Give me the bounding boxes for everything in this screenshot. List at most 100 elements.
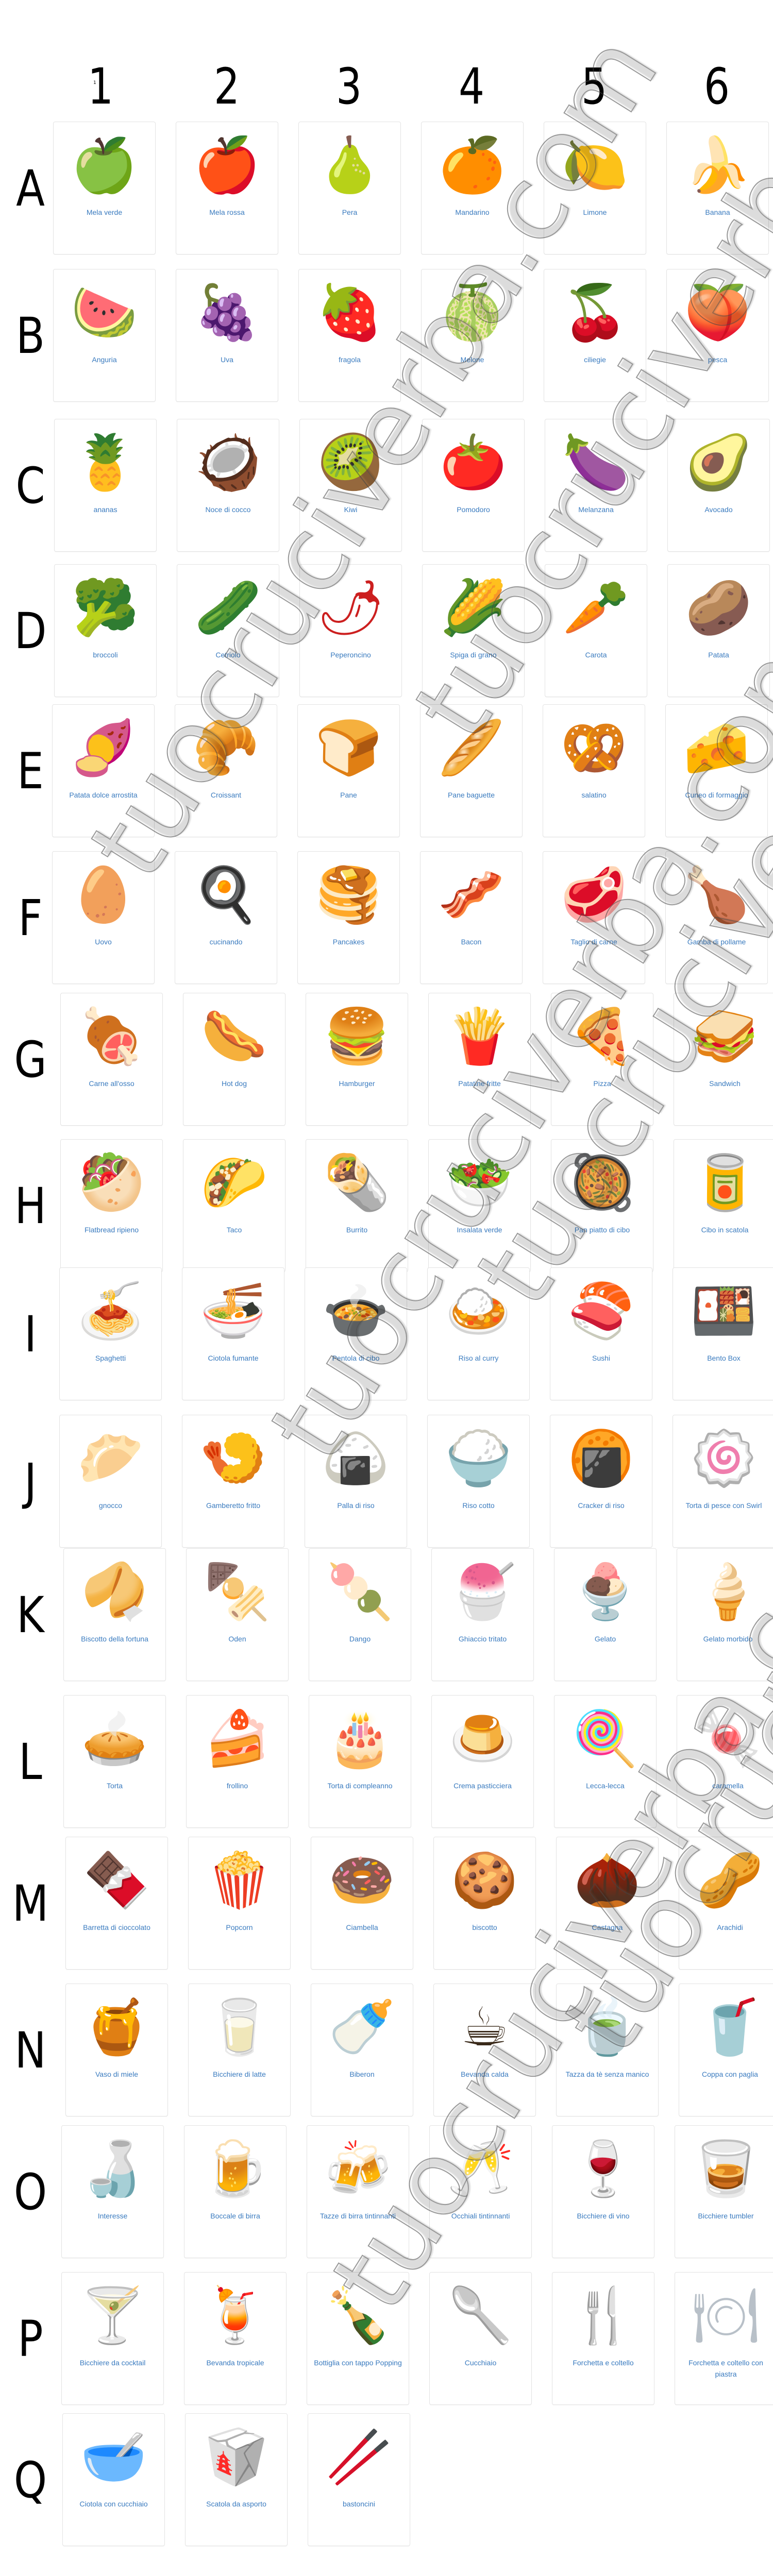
- emoji-card-h5[interactable]: 🥘 Pan piatto di cibo: [551, 1139, 653, 1272]
- emoji-card-f1[interactable]: 🥚 Uovo: [52, 851, 155, 984]
- emoji-card-d6[interactable]: 🥔 Patata: [667, 564, 770, 697]
- emoji-label[interactable]: Hot dog: [187, 1078, 282, 1089]
- emoji-card-m6[interactable]: 🥜 Arachidi: [679, 1837, 773, 1970]
- emoji-label[interactable]: Boccale di birra: [188, 2210, 283, 2222]
- emoji-label[interactable]: Forchetta e coltello con piastra: [678, 2357, 773, 2380]
- emoji-label[interactable]: Limone: [547, 207, 643, 218]
- emoji-card-f2[interactable]: 🍳 cucinando: [175, 851, 277, 984]
- emoji-card-l3[interactable]: 🎂 Torta di compleanno: [309, 1695, 411, 1828]
- emoji-card-k4[interactable]: 🍧 Ghiaccio tritato: [431, 1548, 534, 1681]
- emoji-card-p5[interactable]: 🍴 Forchetta e coltello: [552, 2272, 654, 2405]
- emoji-card-f3[interactable]: 🥞 Pancakes: [297, 851, 400, 984]
- emoji-label[interactable]: Peperoncino: [303, 649, 398, 660]
- emoji-label[interactable]: biscotto: [437, 1922, 532, 1933]
- emoji-label[interactable]: salatino: [546, 789, 642, 801]
- emoji-card-q2[interactable]: 🥡 Scatola da asporto: [185, 2413, 288, 2546]
- emoji-label[interactable]: Pancakes: [301, 936, 396, 947]
- emoji-label[interactable]: Pan piatto di cibo: [554, 1224, 650, 1235]
- emoji-card-h2[interactable]: 🌮 Taco: [183, 1139, 285, 1272]
- emoji-label[interactable]: Sushi: [553, 1352, 649, 1364]
- emoji-card-b1[interactable]: 🍉 Anguria: [53, 269, 156, 402]
- emoji-card-m2[interactable]: 🍿 Popcorn: [188, 1837, 291, 1970]
- emoji-label[interactable]: Coppa con paglia: [682, 2069, 773, 2080]
- emoji-label[interactable]: Gamba di pollame: [669, 936, 764, 947]
- emoji-label[interactable]: Hamburger: [309, 1078, 405, 1089]
- emoji-label[interactable]: Pane: [301, 789, 396, 801]
- emoji-card-g5[interactable]: 🍕 Pizza: [551, 993, 653, 1126]
- emoji-card-i3[interactable]: 🍲 Pentola di cibo: [305, 1267, 407, 1400]
- emoji-label[interactable]: Bicchiere di vino: [556, 2210, 651, 2222]
- emoji-label[interactable]: Spaghetti: [63, 1352, 158, 1364]
- emoji-card-b3[interactable]: 🍓 fragola: [298, 269, 401, 402]
- emoji-card-o3[interactable]: 🍻 Tazze di birra tintinnanti: [307, 2125, 409, 2258]
- emoji-card-o4[interactable]: 🥂 Occhiali tintinnanti: [429, 2125, 532, 2258]
- emoji-label[interactable]: Melone: [425, 354, 520, 365]
- emoji-card-a3[interactable]: 🍐 Pera: [298, 122, 401, 255]
- emoji-label[interactable]: Cucchiaio: [433, 2357, 528, 2368]
- emoji-card-n5[interactable]: 🍵 Tazza da tè senza manico: [556, 1984, 659, 2116]
- emoji-label[interactable]: pesca: [670, 354, 765, 365]
- emoji-label[interactable]: Ghiaccio tritato: [435, 1633, 530, 1645]
- emoji-card-f6[interactable]: 🍗 Gamba di pollame: [665, 851, 768, 984]
- emoji-card-n3[interactable]: 🍼 Biberon: [311, 1984, 413, 2116]
- emoji-label[interactable]: Mela verde: [57, 207, 152, 218]
- emoji-card-h6[interactable]: 🥫 Cibo in scatola: [674, 1139, 773, 1272]
- emoji-label[interactable]: Banana: [670, 207, 765, 218]
- emoji-label[interactable]: Dango: [312, 1633, 408, 1645]
- emoji-card-p1[interactable]: 🍸 Bicchiere da cocktail: [61, 2272, 164, 2405]
- emoji-label[interactable]: Bacon: [424, 936, 519, 947]
- emoji-label[interactable]: Taglio di carne: [546, 936, 642, 947]
- emoji-label[interactable]: Cetriolo: [180, 649, 276, 660]
- emoji-label[interactable]: Bottiglia con tappo Popping: [310, 2357, 406, 2368]
- emoji-card-c4[interactable]: 🍅 Pomodoro: [422, 419, 525, 552]
- emoji-label[interactable]: Carota: [548, 649, 644, 660]
- emoji-card-f5[interactable]: 🥩 Taglio di carne: [543, 851, 645, 984]
- emoji-card-p6[interactable]: 🍽 Forchetta e coltello con piastra: [675, 2272, 773, 2405]
- emoji-label[interactable]: Burrito: [309, 1224, 405, 1235]
- emoji-card-c3[interactable]: 🥝 Kiwi: [299, 419, 402, 552]
- emoji-label[interactable]: Spiga di grano: [426, 649, 521, 660]
- emoji-card-c6[interactable]: 🥑 Avocado: [667, 419, 770, 552]
- emoji-card-a1[interactable]: 🍏 Mela verde: [53, 122, 156, 255]
- emoji-card-e3[interactable]: 🍞 Pane: [297, 704, 400, 837]
- emoji-card-i6[interactable]: 🍱 Bento Box: [673, 1267, 773, 1400]
- emoji-label[interactable]: Carne all'osso: [64, 1078, 159, 1089]
- emoji-card-h3[interactable]: 🌯 Burrito: [306, 1139, 408, 1272]
- emoji-label[interactable]: Uva: [179, 354, 275, 365]
- emoji-label[interactable]: Tazze di birra tintinnanti: [310, 2210, 406, 2222]
- emoji-label[interactable]: Pomodoro: [426, 504, 521, 515]
- emoji-label[interactable]: Anguria: [57, 354, 152, 365]
- emoji-label[interactable]: Interesse: [65, 2210, 160, 2222]
- emoji-label[interactable]: Ciotola con cucchiaio: [66, 2498, 161, 2510]
- emoji-label[interactable]: Patata: [671, 649, 766, 660]
- emoji-card-e6[interactable]: 🧀 Cuneo di formaggio: [665, 704, 768, 837]
- emoji-label[interactable]: Bicchiere tumbler: [678, 2210, 773, 2222]
- emoji-label[interactable]: gnocco: [63, 1500, 158, 1511]
- emoji-label[interactable]: Torta: [67, 1780, 162, 1791]
- emoji-label[interactable]: Popcorn: [192, 1922, 287, 1933]
- emoji-card-j6[interactable]: 🍥 Torta di pesce con Swirl: [673, 1415, 773, 1548]
- emoji-card-c5[interactable]: 🍆 Melanzana: [545, 419, 647, 552]
- emoji-label[interactable]: Arachidi: [682, 1922, 773, 1933]
- emoji-label[interactable]: Bevanda tropicale: [188, 2357, 283, 2368]
- emoji-card-k6[interactable]: 🍦 Gelato morbido: [677, 1548, 773, 1681]
- emoji-card-m5[interactable]: 🌰 Castagna: [556, 1837, 659, 1970]
- emoji-card-n1[interactable]: 🍯 Vaso di miele: [65, 1984, 168, 2116]
- emoji-card-i1[interactable]: 🍝 Spaghetti: [59, 1267, 162, 1400]
- emoji-label[interactable]: fragola: [302, 354, 397, 365]
- emoji-card-l1[interactable]: 🥧 Torta: [63, 1695, 166, 1828]
- emoji-card-n4[interactable]: ☕ Bevanda calda: [433, 1984, 536, 2116]
- emoji-label[interactable]: Gelato: [558, 1633, 653, 1645]
- emoji-card-l6[interactable]: 🍬 caramella: [677, 1695, 773, 1828]
- emoji-card-g1[interactable]: 🍖 Carne all'osso: [60, 993, 163, 1126]
- emoji-card-j2[interactable]: 🍤 Gamberetto fritto: [182, 1415, 284, 1548]
- emoji-card-b6[interactable]: 🍑 pesca: [666, 269, 769, 402]
- emoji-label[interactable]: Mela rossa: [179, 207, 275, 218]
- emoji-card-o1[interactable]: 🍶 Interesse: [61, 2125, 164, 2258]
- emoji-card-d2[interactable]: 🥒 Cetriolo: [177, 564, 279, 697]
- emoji-card-m1[interactable]: 🍫 Barretta di cioccolato: [65, 1837, 168, 1970]
- emoji-card-p4[interactable]: 🥄 Cucchiaio: [429, 2272, 532, 2405]
- emoji-label[interactable]: Kiwi: [303, 504, 398, 515]
- emoji-card-b2[interactable]: 🍇 Uva: [176, 269, 278, 402]
- emoji-card-j4[interactable]: 🍚 Riso cotto: [427, 1415, 530, 1548]
